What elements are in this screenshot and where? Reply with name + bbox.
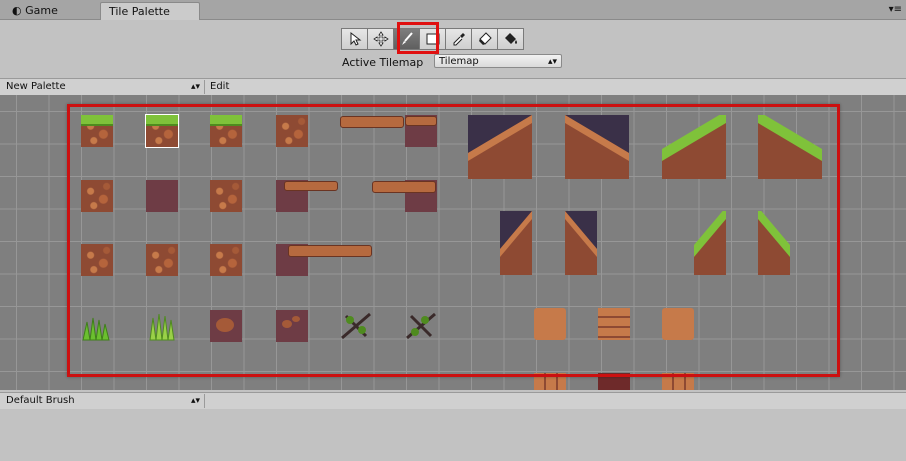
- tab-game-label: Game: [25, 4, 58, 17]
- palette-bar: New Palette ▴▾ Edit: [0, 78, 906, 96]
- dropdown-arrow-icon: ▴▾: [190, 396, 200, 406]
- brush-select[interactable]: Default Brush ▴▾: [6, 394, 205, 408]
- tile-palette-highlight: [67, 104, 840, 377]
- tab-tile-palette-label: Tile Palette: [109, 5, 170, 18]
- move-icon: [372, 31, 389, 47]
- active-tilemap-label: Active Tilemap: [342, 56, 424, 69]
- tab-bar: ◐ Game Tile Palette ▾≡: [0, 0, 906, 20]
- active-tilemap-select[interactable]: Tilemap ▴▾: [434, 54, 562, 68]
- active-tilemap-value: Tilemap: [439, 56, 479, 67]
- fill-tool-button[interactable]: [497, 28, 524, 50]
- eyedropper-icon: [453, 33, 465, 46]
- edit-button[interactable]: Edit: [210, 80, 229, 94]
- tab-menu-icon[interactable]: ▾≡: [889, 4, 902, 15]
- unity-icon: ◐: [12, 4, 26, 17]
- erase-tool-button[interactable]: [471, 28, 498, 50]
- tool-toolbar: Active Tilemap Tilemap ▴▾: [0, 20, 906, 78]
- dropdown-arrow-icon: ▴▾: [547, 57, 557, 67]
- palette-select[interactable]: New Palette ▴▾: [6, 80, 205, 94]
- brush-bar: Default Brush ▴▾: [0, 392, 906, 410]
- select-tool-button[interactable]: [341, 28, 368, 50]
- palette-select-value: New Palette: [6, 81, 66, 92]
- dropdown-arrow-icon: ▴▾: [190, 82, 200, 92]
- brush-inspector: [0, 409, 906, 461]
- picker-tool-button[interactable]: [445, 28, 472, 50]
- eraser-icon: [478, 32, 492, 45]
- paint-tool-highlight: [397, 22, 439, 54]
- tab-game[interactable]: ◐ Game: [4, 2, 100, 19]
- bucket-icon: [504, 33, 517, 44]
- tab-tile-palette[interactable]: Tile Palette: [100, 2, 200, 20]
- move-tool-button[interactable]: [367, 28, 394, 50]
- brush-select-value: Default Brush: [6, 395, 75, 406]
- arrow-icon: [350, 31, 361, 46]
